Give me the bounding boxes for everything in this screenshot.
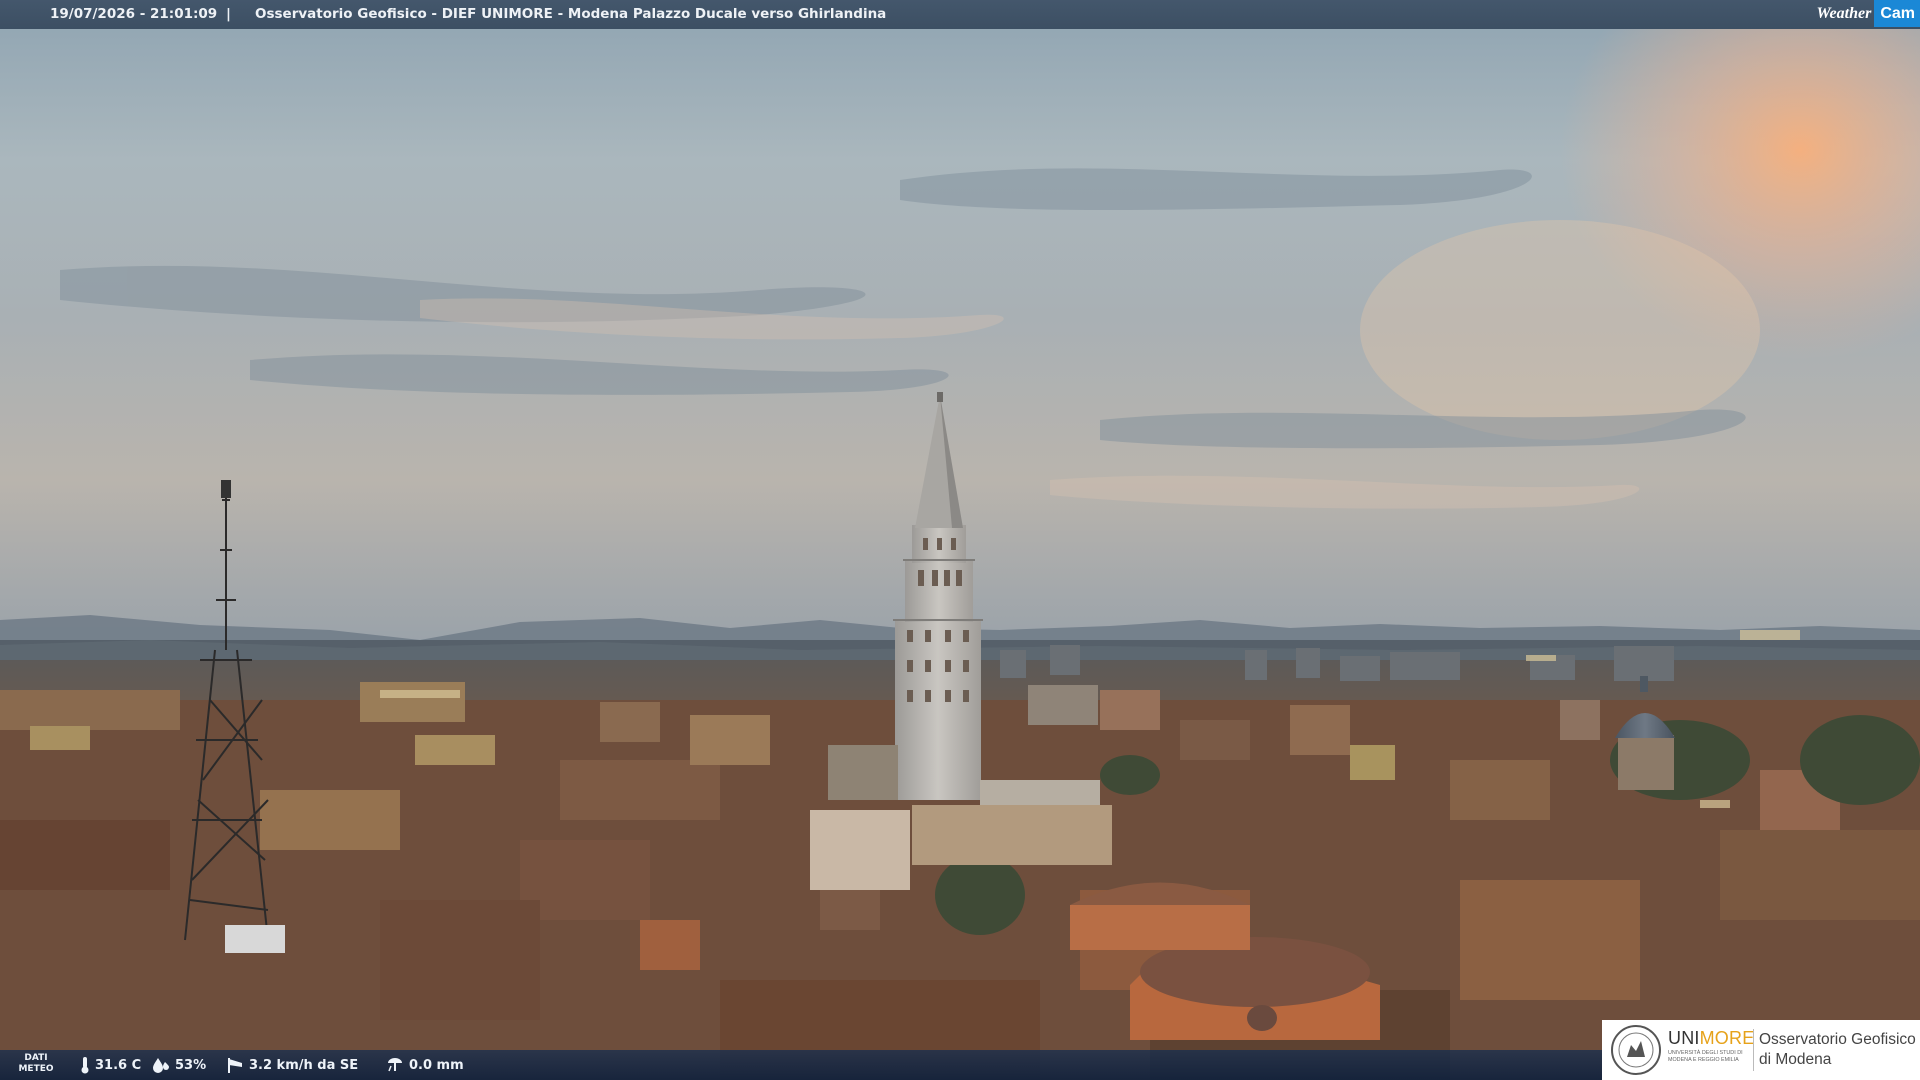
rain-reading: 0.0 mm [386,1050,464,1080]
unimore-subtitle-line2: MODENA E REGGIO EMILIA [1668,1057,1739,1063]
header-separator: | [226,6,231,22]
drop-icon [153,1058,169,1073]
unimore-prefix: UNI [1668,1028,1700,1048]
weather-label: DATI METEO [14,1053,58,1075]
logo-divider [1753,1029,1754,1071]
camera-title: Osservatorio Geofisico - DIEF UNIMORE - … [255,6,887,22]
observatory-name-line1: Osservatorio Geofisico [1759,1031,1916,1048]
humidity-reading: 53% [152,1050,206,1080]
humidity-value: 53% [175,1057,207,1073]
webcam-image [0,0,1920,1080]
unimore-wordmark: UNIMORE [1668,1028,1754,1049]
top-info-bar: 19/07/2026 - 21:01:09 | Osservatorio Geo… [0,0,1920,29]
observatory-name: Osservatorio Geofisico di Modena [1759,1030,1916,1070]
unimore-subtitle-line1: UNIVERSITÀ DEGLI STUDI DI [1668,1050,1743,1056]
unimore-logo-panel: UNIMORE UNIVERSITÀ DEGLI STUDI DI MODENA… [1602,1020,1920,1080]
weathercam-logo-cam: Cam [1874,0,1920,27]
weather-data-bar: DATI METEO 31.6 C 53% 3.2 km/h da SE 0.0… [0,1050,1620,1080]
university-seal-icon [1611,1025,1661,1075]
thermometer-icon [81,1057,89,1074]
weather-label-line2: METEO [18,1064,54,1074]
rain-value: 0.0 mm [409,1057,464,1073]
weathercam-logo: Weather Cam [1813,0,1920,27]
wind-reading: 3.2 km/h da SE [226,1050,358,1080]
unimore-suffix: MORE [1699,1028,1755,1048]
observatory-name-line2: di Modena [1759,1051,1832,1068]
unimore-subtitle: UNIVERSITÀ DEGLI STUDI DI MODENA E REGGI… [1668,1050,1743,1064]
wind-sock-icon [228,1058,242,1073]
wind-value: 3.2 km/h da SE [249,1057,359,1073]
weather-label-line1: DATI [24,1053,48,1063]
rain-gauge-icon [388,1058,402,1072]
weathercam-logo-weather: Weather [1816,5,1872,22]
temperature-value: 31.6 C [95,1057,142,1073]
temperature-reading: 31.6 C [80,1050,141,1080]
timestamp: 19/07/2026 - 21:01:09 [50,6,218,22]
